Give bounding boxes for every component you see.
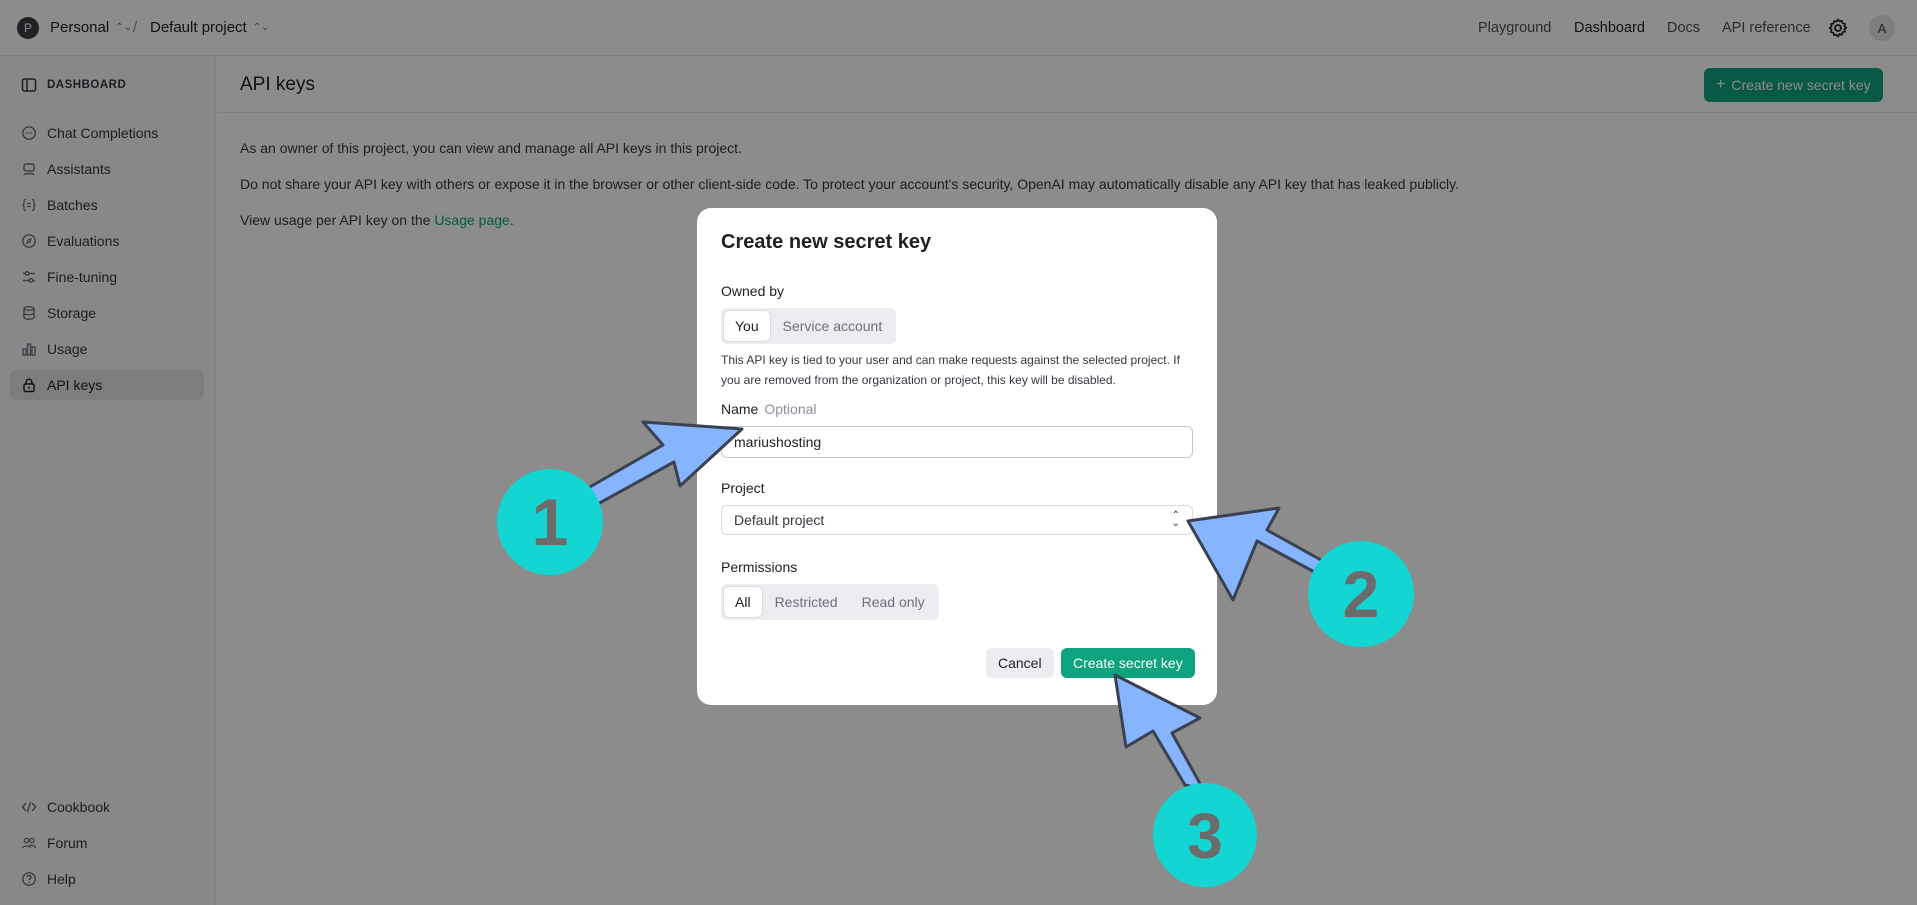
owned-by-you-option[interactable]: You [724, 311, 770, 341]
key-name-input[interactable] [721, 426, 1193, 458]
dialog-title: Create new secret key [721, 231, 932, 253]
permissions-toggle: All Restricted Read only [721, 584, 939, 620]
optional-hint: Optional [764, 401, 817, 417]
permissions-label: Permissions [721, 559, 798, 575]
create-secret-key-button[interactable]: Create secret key [1061, 648, 1195, 678]
permissions-all-option[interactable]: All [724, 587, 762, 617]
project-label: Project [721, 480, 765, 496]
owner-help-text: This API key is tied to your user and ca… [721, 353, 1180, 387]
name-label-text: Name [721, 401, 759, 417]
name-label: Name Optional [721, 401, 817, 417]
cancel-button[interactable]: Cancel [986, 648, 1054, 678]
owned-by-label: Owned by [721, 283, 785, 299]
owned-by-service-account-option[interactable]: Service account [772, 311, 894, 341]
permissions-read-only-option[interactable]: Read only [851, 587, 936, 617]
project-select[interactable]: Default project ⌃ ⌄ [721, 505, 1193, 535]
permissions-restricted-option[interactable]: Restricted [764, 587, 849, 617]
project-select-value: Default project [734, 512, 825, 528]
create-secret-key-dialog: Create new secret key Owned by You Servi… [697, 208, 1217, 705]
chevron-updown-icon: ⌃⌄ [1171, 510, 1180, 529]
owned-by-toggle: You Service account [721, 308, 897, 344]
